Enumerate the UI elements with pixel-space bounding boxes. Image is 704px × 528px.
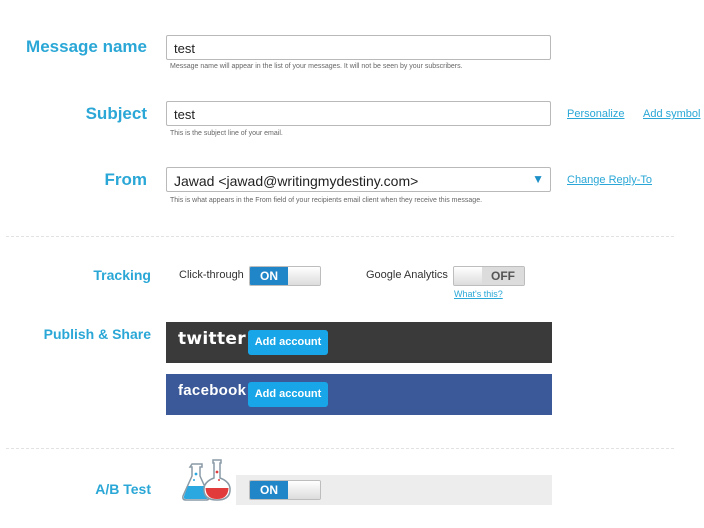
google-analytics-toggle[interactable]: OFF	[453, 266, 525, 286]
personalize-link[interactable]: Personalize	[567, 108, 624, 120]
message-name-input[interactable]: test	[166, 35, 551, 60]
toggle-knob	[288, 267, 320, 285]
from-select-value: Jawad <jawad@writingmydestiny.com>	[174, 173, 419, 189]
google-analytics-label: Google Analytics	[366, 269, 448, 281]
message-name-label: Message name	[26, 37, 147, 56]
ab-test-label: A/B Test	[95, 481, 151, 497]
from-hint: This is what appears in the From field o…	[170, 197, 483, 204]
click-through-toggle[interactable]: ON	[249, 266, 321, 286]
section-divider	[6, 236, 674, 237]
twitter-bar: twitter Add account	[166, 322, 552, 363]
twitter-logo: twitter	[178, 329, 246, 349]
publish-share-label: Publish & Share	[43, 326, 151, 342]
change-reply-to-link[interactable]: Change Reply-To	[567, 174, 652, 186]
section-divider	[6, 448, 674, 449]
add-symbol-link[interactable]: Add symbol	[643, 108, 700, 120]
flasks-icon	[182, 459, 231, 501]
subject-label: Subject	[85, 104, 147, 123]
message-name-hint: Message name will appear in the list of …	[170, 63, 463, 70]
tracking-label: Tracking	[93, 267, 151, 283]
toggle-off-label: OFF	[482, 267, 524, 285]
chevron-down-icon[interactable]: ▼	[532, 172, 544, 186]
toggle-knob	[288, 481, 320, 499]
facebook-bar: facebook Add account	[166, 374, 552, 415]
subject-input[interactable]: test	[166, 101, 551, 126]
click-through-label: Click-through	[179, 269, 244, 281]
facebook-add-account-button[interactable]: Add account	[248, 382, 328, 407]
facebook-logo: facebook	[178, 382, 247, 399]
twitter-add-account-button[interactable]: Add account	[248, 330, 328, 355]
ab-test-toggle[interactable]: ON	[249, 480, 321, 500]
from-label: From	[104, 170, 148, 189]
toggle-on-label: ON	[250, 267, 288, 285]
whats-this-link[interactable]: What's this?	[454, 289, 503, 299]
toggle-on-label: ON	[250, 481, 288, 499]
subject-hint: This is the subject line of your email.	[170, 130, 283, 137]
from-select[interactable]: Jawad <jawad@writingmydestiny.com> ▼	[166, 167, 551, 192]
